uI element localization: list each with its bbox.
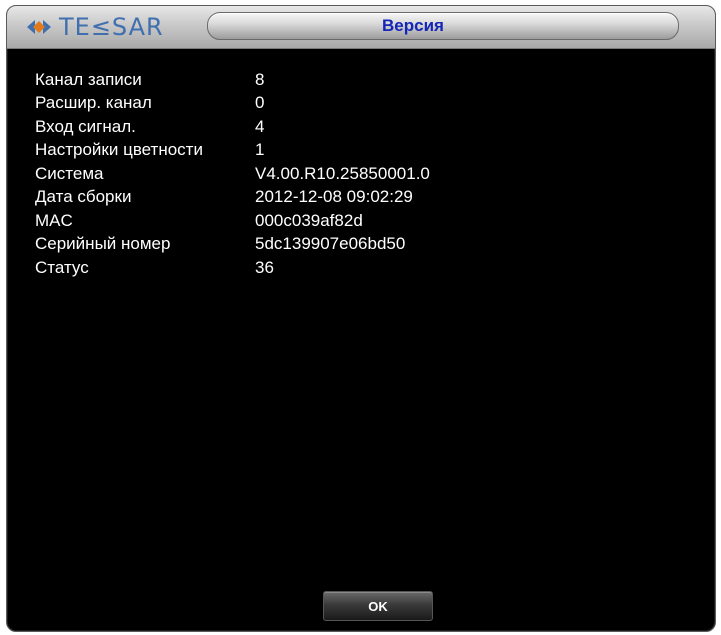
logo-diamond-icon <box>27 20 51 34</box>
info-value: 0 <box>255 93 265 113</box>
info-label: Вход сигнал. <box>35 116 136 136</box>
info-value: 4 <box>255 116 265 136</box>
title-bar: TE≤SAR Версия <box>7 6 715 49</box>
info-value: 36 <box>255 257 274 277</box>
window-title: Версия <box>382 16 444 35</box>
info-row-extra-channel: Расшир. канал 0 <box>35 92 695 116</box>
ok-button[interactable]: OK <box>323 591 433 621</box>
info-list: Канал записи 8 Расшир. канал 0 Вход сигн… <box>35 68 695 280</box>
info-row-mac: MAC 000c039af82d <box>35 209 695 233</box>
info-label: Канал записи <box>35 69 142 89</box>
info-label: Дата сборки <box>35 187 132 207</box>
title-pill: Версия <box>207 12 679 40</box>
info-label: Расшир. канал <box>35 93 152 113</box>
info-value: 1 <box>255 140 265 160</box>
info-label: Система <box>35 163 104 183</box>
info-row-system: Система V4.00.R10.25850001.0 <box>35 162 695 186</box>
brand-logo: TE≤SAR <box>25 14 164 40</box>
info-label: Настройки цветности <box>35 140 203 160</box>
info-label: Статус <box>35 257 89 277</box>
info-label: Серийный номер <box>35 234 171 254</box>
info-row-record-channel: Канал записи 8 <box>35 68 695 92</box>
logo-text: TE≤SAR <box>59 13 164 41</box>
info-row-status: Статус 36 <box>35 256 695 280</box>
info-row-color-settings: Настройки цветности 1 <box>35 139 695 163</box>
info-row-serial-number: Серийный номер 5dc139907e06bd50 <box>35 233 695 257</box>
info-row-build-date: Дата сборки 2012-12-08 09:02:29 <box>35 186 695 210</box>
info-value: 8 <box>255 69 265 89</box>
info-value: V4.00.R10.25850001.0 <box>255 163 430 183</box>
info-row-alarm-input: Вход сигнал. 4 <box>35 115 695 139</box>
info-value: 5dc139907e06bd50 <box>255 234 406 254</box>
version-dialog: TE≤SAR Версия Канал записи 8 Расшир. кан… <box>6 5 716 632</box>
info-value: 000c039af82d <box>255 210 363 230</box>
info-label: MAC <box>35 210 73 230</box>
info-value: 2012-12-08 09:02:29 <box>255 187 413 207</box>
